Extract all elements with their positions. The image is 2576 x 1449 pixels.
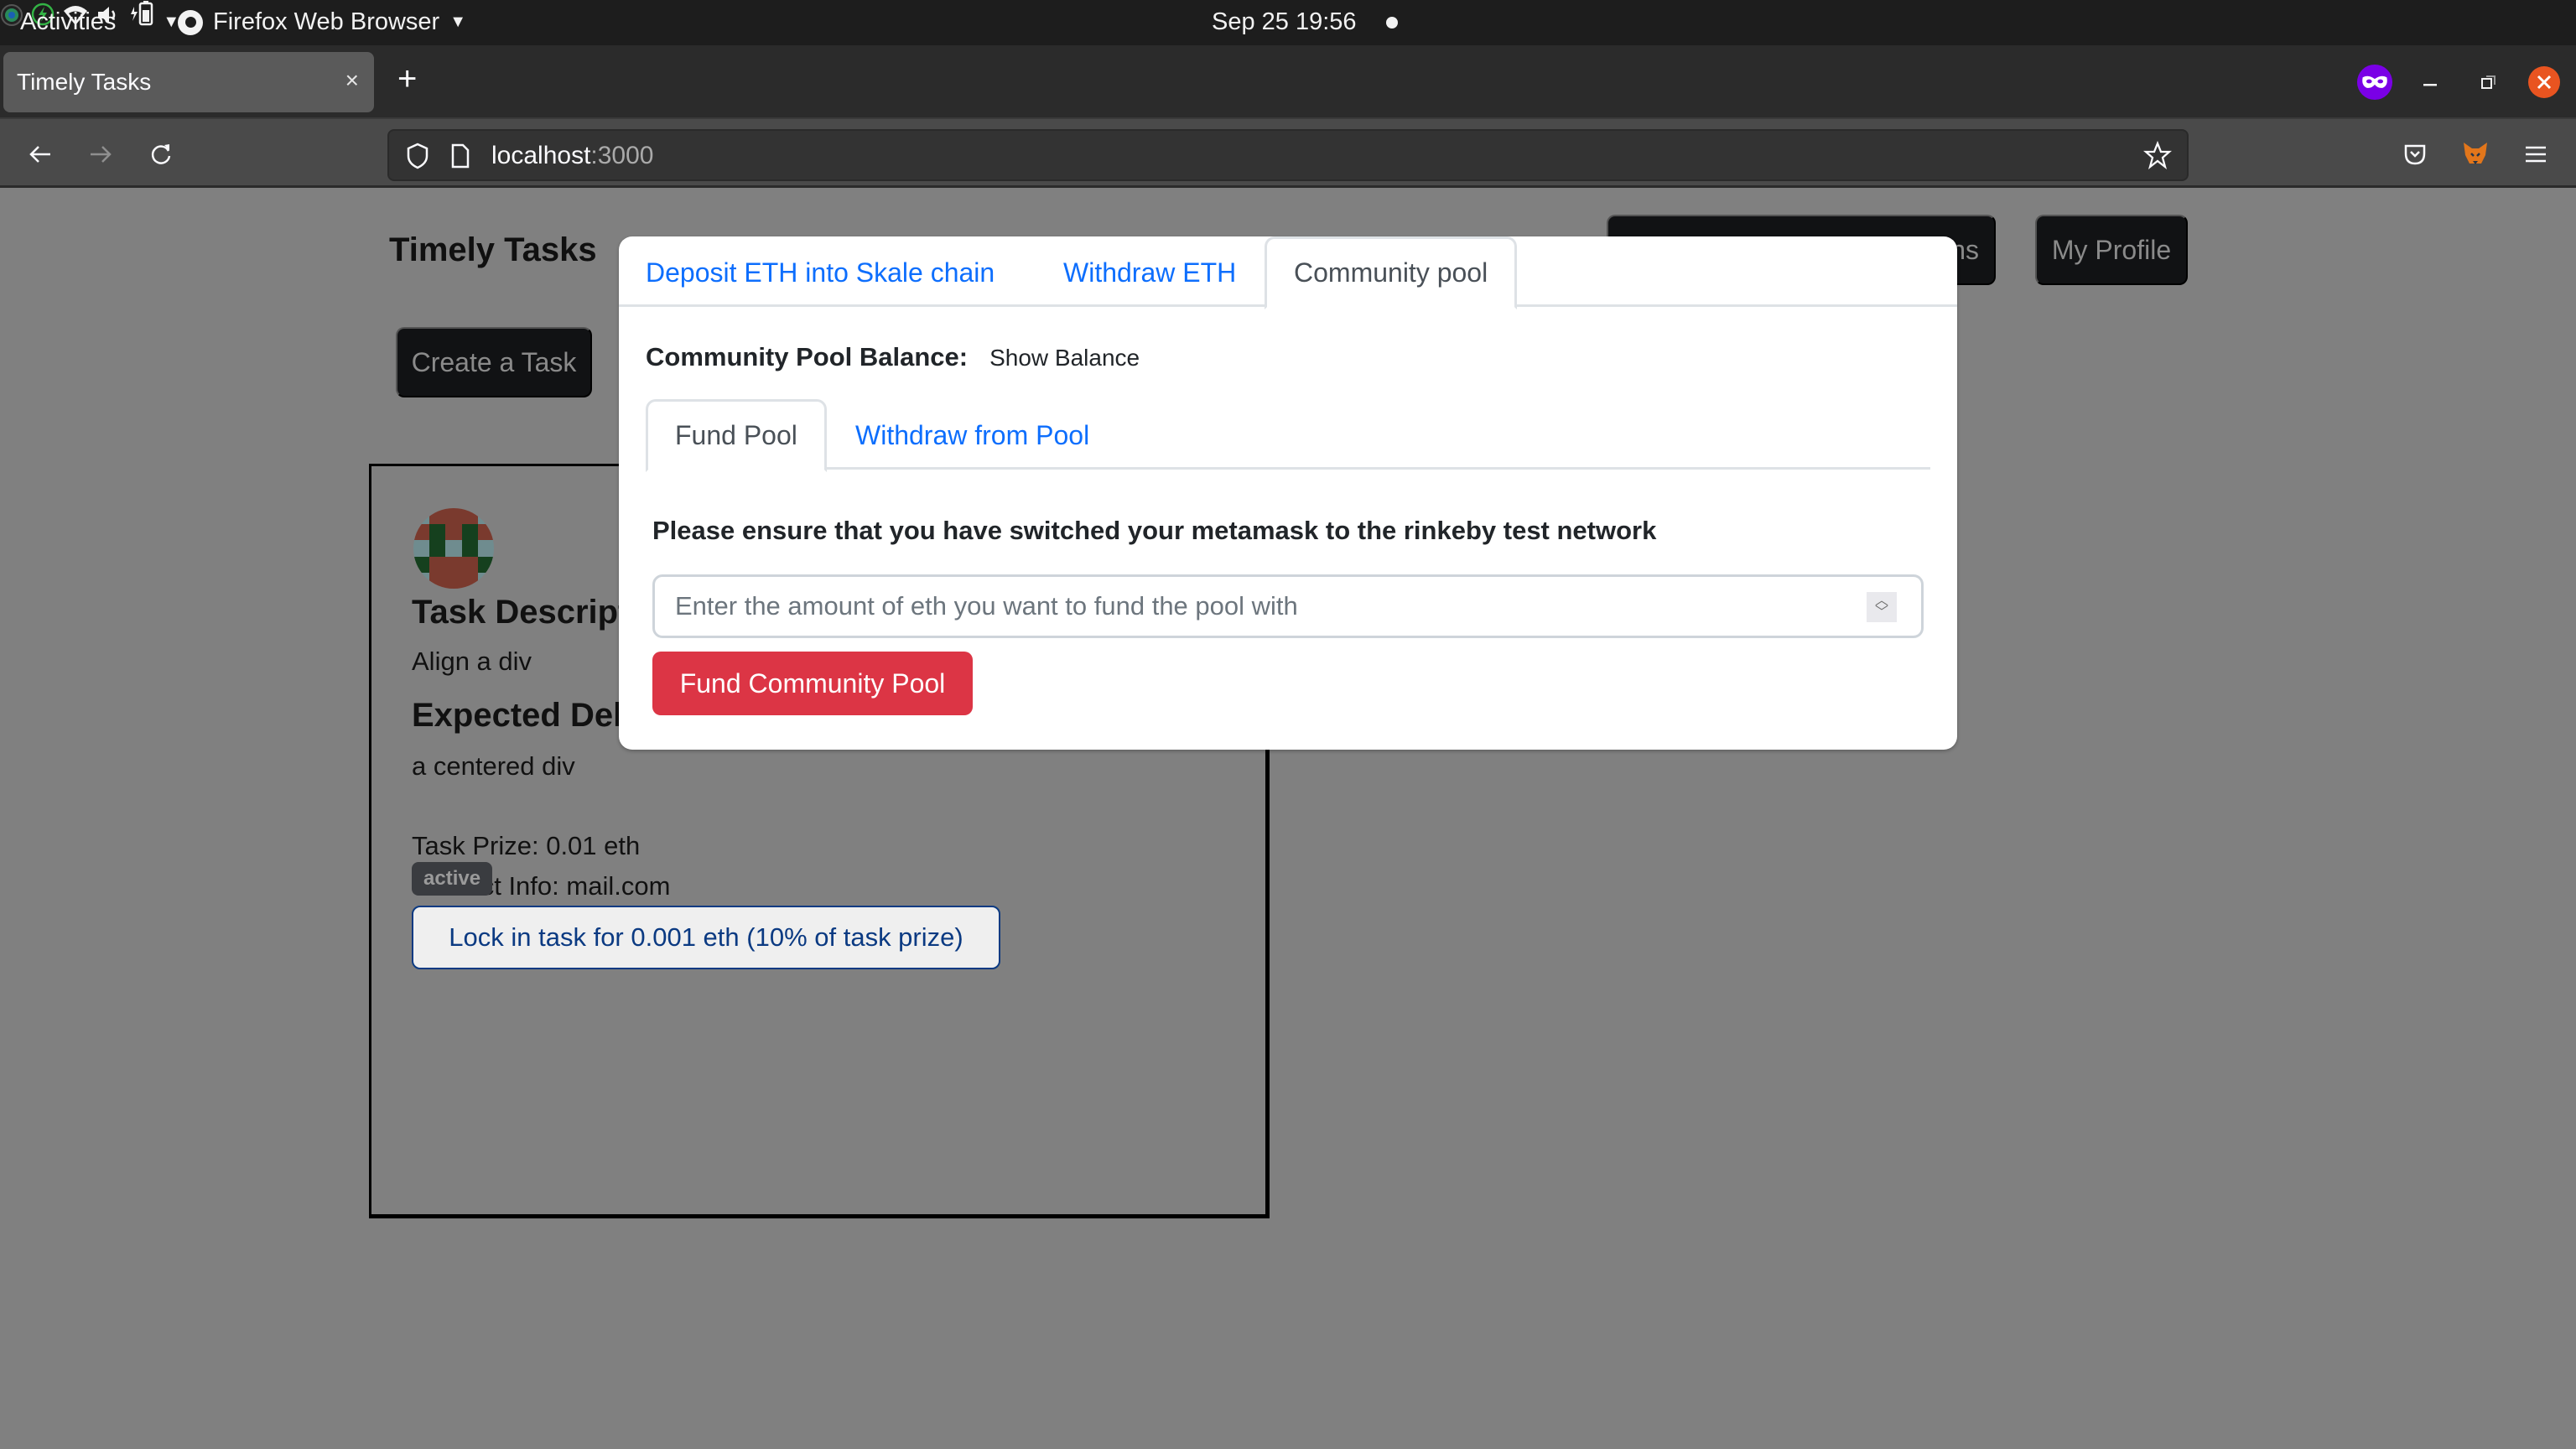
avatar-cell [477,556,494,573]
tab-deposit-eth[interactable]: Deposit ETH into Skale chain [619,236,1021,309]
modal-tab-bar: Deposit ETH into Skale chain Withdraw ET… [619,236,1957,309]
avatar-cell [429,572,446,589]
avatar-cell [477,508,494,525]
create-task-button[interactable]: Create a Task [396,327,592,397]
avatar-cell [477,540,494,557]
pocket-icon[interactable] [2397,136,2433,173]
clock[interactable]: Sep 25 19:56 [1212,8,1357,36]
url-text[interactable]: localhost:3000 [491,142,653,170]
tab-community-pool[interactable]: Community pool [1265,236,1518,309]
close-tab-icon[interactable]: × [345,67,359,94]
firefox-icon [178,9,203,35]
number-spinner[interactable]: ︿ ﹀ [1867,592,1897,622]
tracking-protection-shield-icon[interactable] [404,142,431,174]
caret-down-icon: ▼ [449,13,467,31]
reload-button[interactable] [143,136,179,173]
avatar-cell [461,508,478,525]
browser-toolbar: localhost:3000 [0,117,2576,188]
lock-in-task-button[interactable]: Lock in task for 0.001 eth (10% of task … [412,906,1000,969]
status-badge: active [412,862,493,896]
brand-title[interactable]: Timely Tasks [389,231,597,269]
avatar-cell [445,540,462,557]
back-button[interactable] [22,136,59,173]
avatar-cell [429,508,446,525]
minimize-window-icon[interactable] [2412,64,2449,101]
forward-button[interactable] [82,136,119,173]
avatar-cell [477,524,494,541]
pool-balance-label: Community Pool Balance: [646,342,969,371]
avatar-cell [461,556,478,573]
pool-sub-tab-bar: Fund Pool Withdraw from Pool [646,399,1930,472]
avatar-cell [413,524,430,541]
pool-balance-row: Community Pool Balance: Show Balance [646,342,1140,372]
tab-title: Timely Tasks [17,69,152,95]
avatar-cell [461,540,478,557]
network-notice: Please ensure that you have switched you… [652,516,1657,545]
page-info-icon[interactable] [449,143,471,174]
show-balance-link[interactable]: Show Balance [989,345,1140,371]
avatar-cell [413,572,430,589]
url-bar[interactable]: localhost:3000 [387,129,2189,181]
url-host: localhost [491,142,591,169]
app-menu-hamburger-icon[interactable] [2517,136,2554,173]
notification-dot-icon [1386,17,1398,29]
close-window-button[interactable] [2526,64,2563,101]
task-creator-avatar [413,508,494,589]
fund-amount-input[interactable] [652,574,1924,638]
avatar-cell [413,540,430,557]
avatar-cell [461,524,478,541]
avatar-cell [429,524,446,541]
activities-button[interactable]: Activities [20,8,116,36]
spin-down-icon[interactable]: ﹀ [1875,606,1888,620]
avatar-cell [461,572,478,589]
url-port: :3000 [590,142,654,169]
avatar-cell [445,524,462,541]
avatar-cell [413,508,430,525]
metamask-extension-icon[interactable] [2457,136,2494,173]
task-prize: Task Prize: 0.01 eth [412,831,641,860]
app-menu-label: Firefox Web Browser [213,8,440,35]
app-menu[interactable]: Firefox Web Browser ▼ [178,8,466,36]
fund-community-pool-button[interactable]: Fund Community Pool [652,652,973,715]
battery-charging-icon[interactable] [129,1,163,33]
avatar-cell [477,572,494,589]
bookmark-star-icon[interactable] [2142,140,2173,174]
deliverables-text: a centered div [412,751,575,781]
private-browsing-icon [2356,64,2393,101]
tab-withdraw-from-pool[interactable]: Withdraw from Pool [828,399,1116,472]
browser-tab-timely-tasks[interactable]: Timely Tasks × [3,52,374,112]
avatar-cell [429,540,446,557]
restore-window-icon[interactable] [2470,64,2507,101]
avatar-cell [445,508,462,525]
avatar-cell [413,556,430,573]
avatar-cell [445,572,462,589]
wallet-modal: Deposit ETH into Skale chain Withdraw ET… [619,236,1957,750]
tab-fund-pool[interactable]: Fund Pool [646,399,827,472]
tab-withdraw-eth[interactable]: Withdraw ETH [1036,236,1263,309]
avatar-cell [445,556,462,573]
new-tab-button[interactable]: + [397,62,417,96]
task-description: Align a div [412,647,532,676]
browser-tab-strip: Timely Tasks × + [0,45,2576,117]
system-top-bar: Activities Firefox Web Browser ▼ Sep 25 … [0,0,2576,45]
my-profile-button[interactable]: My Profile [2035,215,2188,285]
avatar-cell [429,556,446,573]
